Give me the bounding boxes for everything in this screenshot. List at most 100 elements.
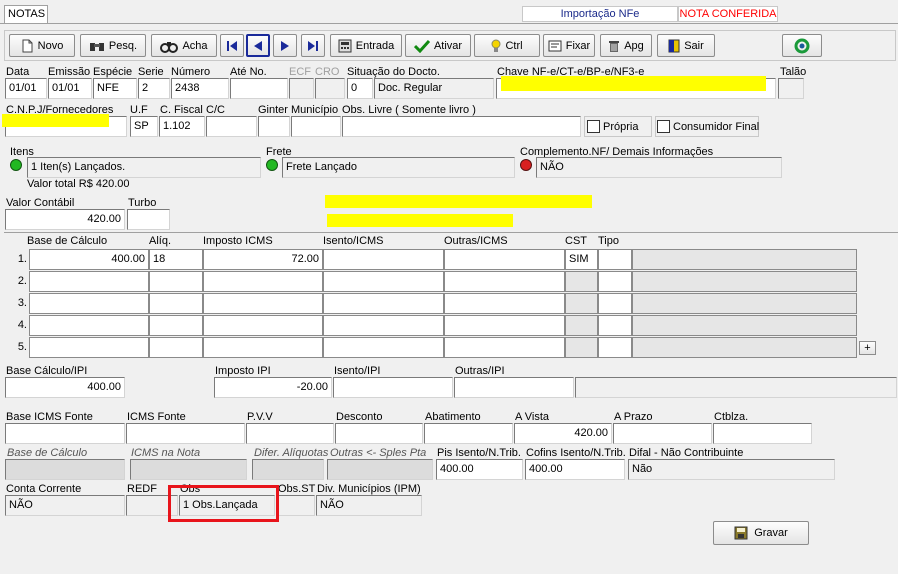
- cst-cell[interactable]: [565, 293, 598, 314]
- a-prazo-input[interactable]: [613, 423, 712, 444]
- outras-ipi-input[interactable]: [454, 377, 574, 398]
- situacao-code-input[interactable]: 0: [347, 78, 373, 99]
- isento-ipi-input[interactable]: [333, 377, 453, 398]
- outras-cell[interactable]: [444, 293, 565, 314]
- ctrl-button[interactable]: Ctrl: [474, 34, 540, 57]
- exit-door-icon: [668, 39, 680, 52]
- isento-cell[interactable]: [323, 293, 444, 314]
- municipio-input[interactable]: [291, 116, 341, 137]
- row-number: 1.: [17, 253, 27, 265]
- tipo-cell[interactable]: [598, 271, 632, 292]
- aliq-cell[interactable]: [149, 293, 203, 314]
- previous-record-button[interactable]: [246, 34, 270, 57]
- entrada-button[interactable]: Entrada: [330, 34, 402, 57]
- base-cell[interactable]: [29, 293, 149, 314]
- imposto-ipi-input[interactable]: -20.00: [214, 377, 332, 398]
- tipo-cell[interactable]: [598, 337, 632, 358]
- cc-input[interactable]: [206, 116, 257, 137]
- difal-input[interactable]: Não: [628, 459, 835, 480]
- pesq-button[interactable]: Pesq.: [80, 34, 146, 57]
- base-cell[interactable]: [29, 315, 149, 336]
- desconto-input[interactable]: [335, 423, 423, 444]
- conta-corrente-input[interactable]: NÃO: [5, 495, 125, 516]
- sair-button[interactable]: Sair: [657, 34, 715, 57]
- aliq-cell[interactable]: 18: [149, 249, 203, 270]
- table-row: 1. 400.00 18 72.00 SIM: [6, 249, 857, 270]
- itens-led-icon[interactable]: [10, 159, 22, 174]
- first-record-button[interactable]: [220, 34, 244, 57]
- data-input[interactable]: 01/01: [5, 78, 47, 99]
- emissao-input[interactable]: 01/01: [48, 78, 92, 99]
- div-municipios-input[interactable]: NÃO: [316, 495, 422, 516]
- aliq-cell[interactable]: [149, 315, 203, 336]
- a-vista-input[interactable]: 420.00: [514, 423, 612, 444]
- filler-cell: [632, 249, 857, 270]
- isento-cell[interactable]: [323, 249, 444, 270]
- cro-label: CRO: [315, 66, 340, 78]
- base-icms-fonte-input[interactable]: [5, 423, 125, 444]
- fixar-button[interactable]: Fixar: [543, 34, 595, 57]
- turbo-input[interactable]: [127, 209, 170, 230]
- last-record-button[interactable]: [301, 34, 325, 57]
- tipo-cell[interactable]: [598, 249, 632, 270]
- outras-cell[interactable]: [444, 337, 565, 358]
- talao-input[interactable]: [778, 78, 804, 99]
- import-nfe-link[interactable]: Importação NFe: [522, 6, 678, 22]
- refresh-button[interactable]: [782, 34, 822, 57]
- novo-button[interactable]: Novo: [9, 34, 75, 57]
- cst-cell[interactable]: SIM: [565, 249, 598, 270]
- tipo-cell[interactable]: [598, 315, 632, 336]
- cfiscal-input[interactable]: 1.102: [159, 116, 205, 137]
- pis-isento-input[interactable]: 400.00: [436, 459, 523, 480]
- complemento-led-icon[interactable]: [520, 159, 532, 174]
- obs-livre-input[interactable]: [342, 116, 581, 137]
- gravar-button[interactable]: Gravar: [713, 521, 809, 545]
- base-cell[interactable]: [29, 271, 149, 292]
- ginter-input[interactable]: [258, 116, 290, 137]
- valor-contabil-input[interactable]: 420.00: [5, 209, 125, 230]
- cst-cell[interactable]: [565, 337, 598, 358]
- icms-fonte-input[interactable]: [126, 423, 245, 444]
- imposto-cell[interactable]: 72.00: [203, 249, 323, 270]
- acha-button[interactable]: Acha: [151, 34, 217, 57]
- pvv-input[interactable]: [246, 423, 334, 444]
- outras-cell[interactable]: [444, 315, 565, 336]
- add-row-button[interactable]: +: [859, 341, 876, 355]
- propria-checkbox[interactable]: [587, 120, 600, 133]
- especie-input[interactable]: NFE: [93, 78, 137, 99]
- ativar-button[interactable]: Ativar: [405, 34, 471, 57]
- ate-no-input[interactable]: [230, 78, 288, 99]
- sair-label: Sair: [684, 39, 704, 52]
- cofins-isento-input[interactable]: 400.00: [525, 459, 625, 480]
- imposto-cell[interactable]: [203, 293, 323, 314]
- isento-cell[interactable]: [323, 337, 444, 358]
- obs-st-input[interactable]: [277, 495, 315, 516]
- ctblza-input[interactable]: [713, 423, 812, 444]
- base-cell[interactable]: [29, 337, 149, 358]
- outras-cell[interactable]: [444, 249, 565, 270]
- cst-cell[interactable]: [565, 271, 598, 292]
- frete-led-icon[interactable]: [266, 159, 278, 174]
- imposto-cell[interactable]: [203, 337, 323, 358]
- base-ipi-input[interactable]: 400.00: [5, 377, 125, 398]
- next-record-button[interactable]: [273, 34, 297, 57]
- base-cell[interactable]: 400.00: [29, 249, 149, 270]
- consumidor-final-checkbox[interactable]: [657, 120, 670, 133]
- apg-button[interactable]: Apg: [600, 34, 652, 57]
- redf-label: REDF: [127, 483, 157, 495]
- tab-notas[interactable]: NOTAS: [4, 5, 48, 24]
- numero-input[interactable]: 2438: [171, 78, 229, 99]
- isento-cell[interactable]: [323, 315, 444, 336]
- abatimento-input[interactable]: [424, 423, 513, 444]
- imposto-cell[interactable]: [203, 315, 323, 336]
- isento-cell[interactable]: [323, 271, 444, 292]
- aliq-cell[interactable]: [149, 337, 203, 358]
- tipo-cell[interactable]: [598, 293, 632, 314]
- uf-input[interactable]: SP: [130, 116, 158, 137]
- imposto-cell[interactable]: [203, 271, 323, 292]
- outras-cell[interactable]: [444, 271, 565, 292]
- conta-corrente-label: Conta Corrente: [6, 483, 82, 495]
- cst-cell[interactable]: [565, 315, 598, 336]
- serie-input[interactable]: 2: [138, 78, 170, 99]
- aliq-cell[interactable]: [149, 271, 203, 292]
